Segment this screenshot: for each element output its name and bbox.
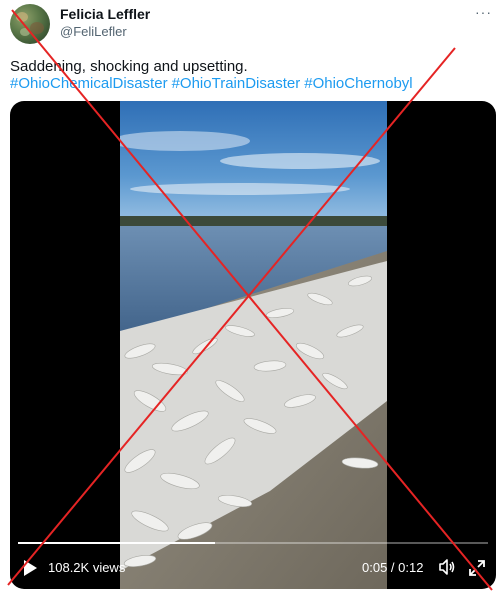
tweet-text: Saddening, shocking and upsetting. <box>10 58 248 75</box>
expand-icon[interactable] <box>468 559 486 577</box>
video-progress-track[interactable] <box>18 542 488 544</box>
author-display-name[interactable]: Felicia Leffler <box>60 6 150 22</box>
hashtag-list: #OhioChemicalDisaster #OhioTrainDisaster #… <box>10 75 490 93</box>
author-handle[interactable]: @FeliLefler <box>60 24 127 39</box>
hashtag-link[interactable]: #OhioChernobyl <box>304 75 412 92</box>
video-player[interactable]: 108.2K views 0:05 / 0:12 <box>10 101 496 589</box>
play-icon[interactable] <box>22 559 38 577</box>
view-count: 108.2K views <box>48 560 126 575</box>
hashtag-link[interactable]: #OhioTrainDisaster <box>172 75 301 92</box>
hashtag-link[interactable]: #OhioChemicalDisaster <box>10 75 168 92</box>
avatar[interactable] <box>10 4 50 44</box>
video-frame <box>120 101 387 589</box>
video-time: 0:05 / 0:12 <box>362 560 424 575</box>
volume-icon[interactable] <box>438 558 456 576</box>
video-progress-fill <box>18 542 216 544</box>
more-options-icon[interactable]: ··· <box>475 4 492 20</box>
